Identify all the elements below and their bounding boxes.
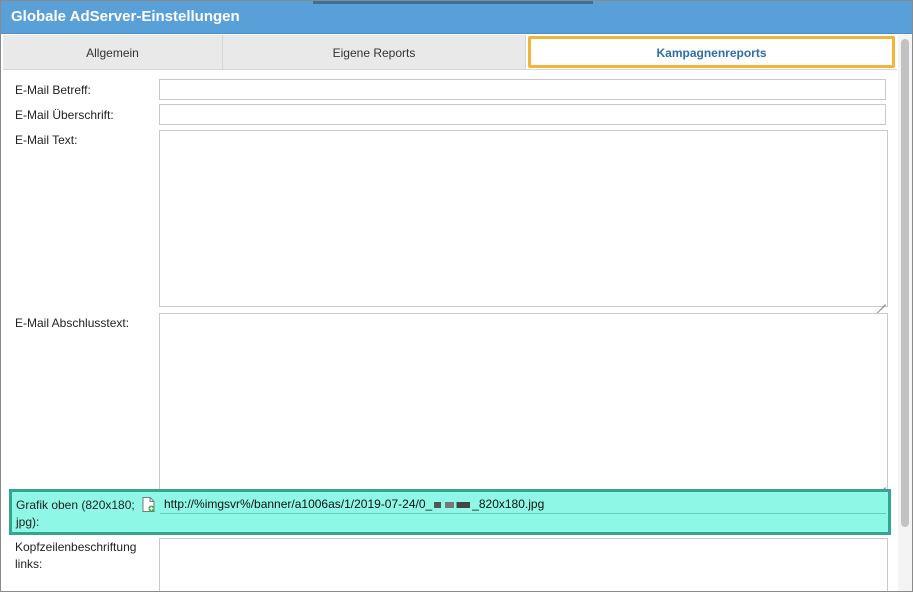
email-heading-field[interactable]: [159, 104, 886, 125]
file-add-icon[interactable]: [142, 497, 155, 512]
email-subject-label: E-Mail Betreff:: [15, 83, 91, 97]
email-text-area[interactable]: [159, 130, 888, 308]
header-left-area[interactable]: [159, 538, 888, 591]
tab-eigene-reports[interactable]: Eigene Reports: [223, 35, 526, 69]
email-text-label: E-Mail Text:: [15, 133, 78, 147]
window-title: Globale AdServer-Einstellungen: [11, 8, 240, 25]
scrollbar-thumb[interactable]: [901, 39, 909, 527]
tab-kampagnenreports[interactable]: Kampagnenreports: [526, 35, 897, 69]
email-subject-field[interactable]: [159, 79, 886, 100]
resize-handle-icon[interactable]: [874, 476, 886, 491]
vertical-scrollbar[interactable]: [898, 35, 912, 591]
redacted-segment: [434, 501, 471, 508]
title-bar[interactable]: Globale AdServer-Einstellungen: [1, 1, 912, 34]
form-content: E-Mail Betreff: E-Mail Überschrift: E-Ma…: [3, 70, 897, 591]
top-graphic-url-field[interactable]: http://%imgsvr%/banner/a1006as/1/2019-07…: [160, 494, 886, 514]
resize-handle-icon[interactable]: [874, 293, 886, 308]
url-prefix: http://%imgsvr%/banner/a1006as/1/2019-07…: [164, 497, 433, 511]
email-heading-label: E-Mail Überschrift:: [15, 108, 114, 122]
email-closing-label: E-Mail Abschlusstext:: [15, 316, 130, 330]
top-graphic-label: Grafik oben (820x180; jpg):: [16, 498, 135, 529]
tab-allgemein[interactable]: Allgemein: [3, 35, 223, 69]
settings-window: Globale AdServer-Einstellungen Allgemein…: [0, 0, 913, 592]
url-suffix: _820x180.jpg: [472, 497, 545, 511]
email-closing-area[interactable]: [159, 313, 888, 491]
top-graphic-row: Grafik oben (820x180; jpg): http://%imgs…: [9, 489, 891, 535]
header-left-label: Kopfzeilenbeschriftung links:: [15, 540, 137, 571]
title-bar-notch: [313, 1, 593, 4]
tab-bar: Allgemein Eigene Reports Kampagnenreport…: [3, 35, 897, 70]
active-tab-highlight: [528, 36, 895, 68]
